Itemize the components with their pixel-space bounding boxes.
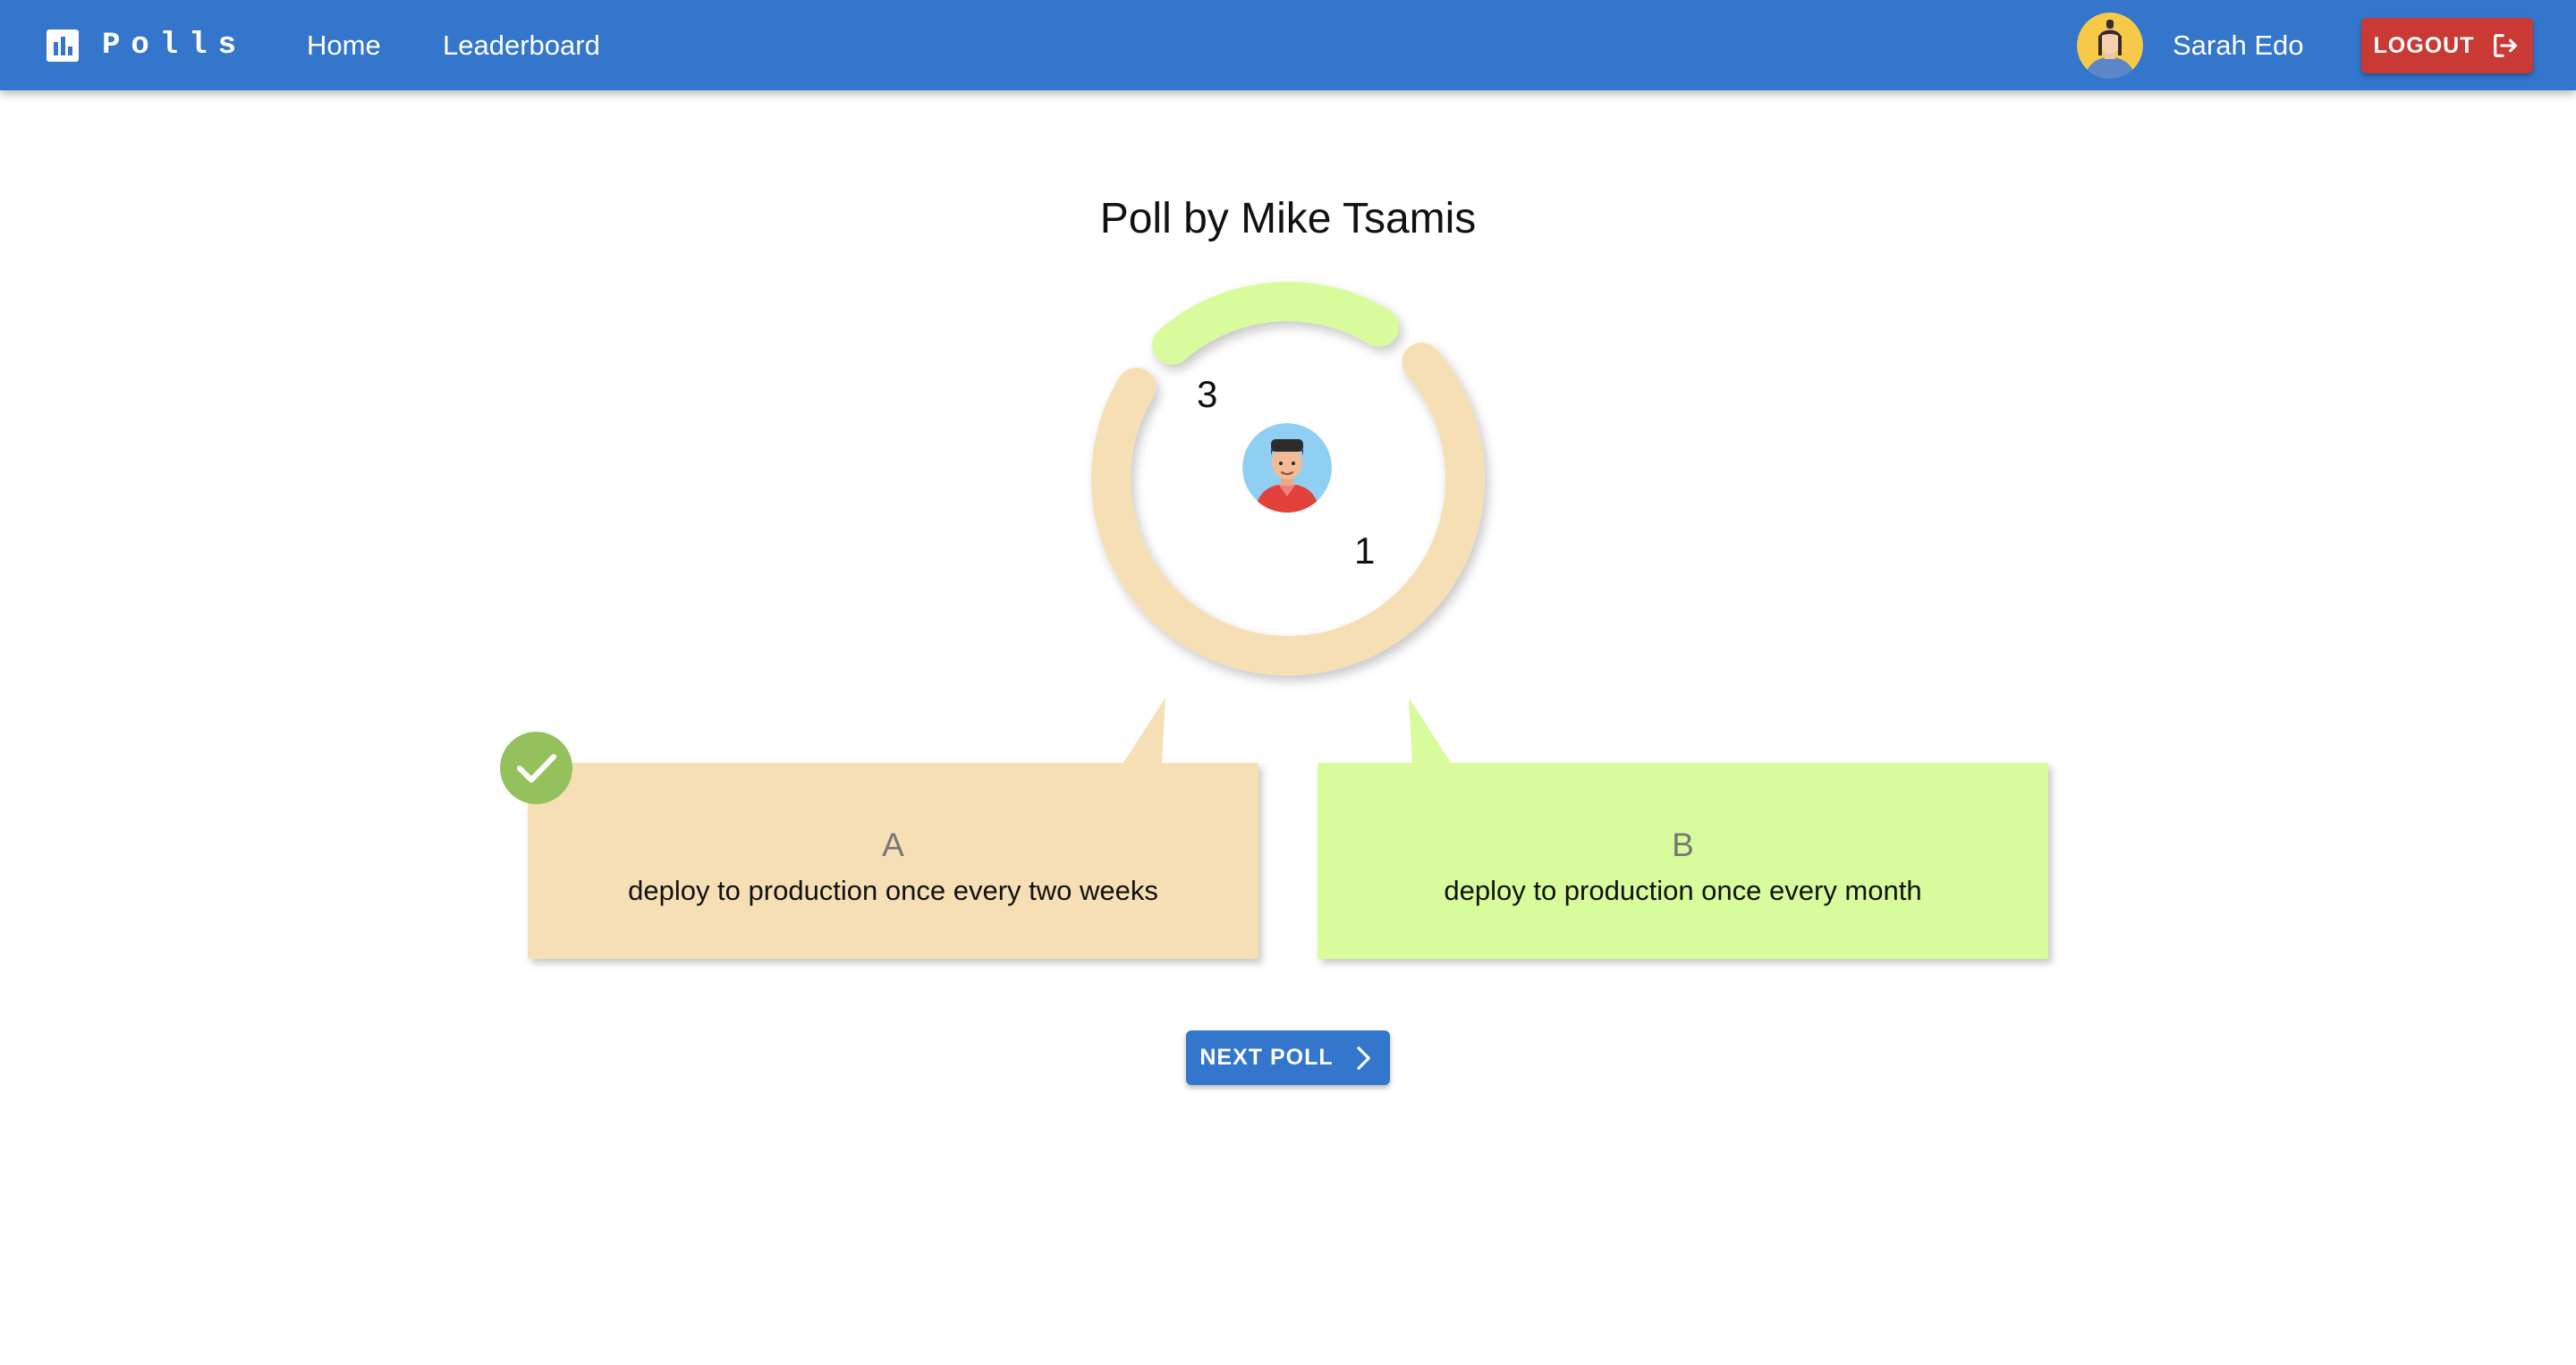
poll-author-avatar [1242,423,1332,513]
option-a-text: deploy to production once every two week… [628,875,1158,906]
option-b-arc [1152,282,1399,365]
brand[interactable]: Polls [47,27,247,64]
logout-icon [2494,34,2518,57]
option-b-text: deploy to production once every month [1444,875,1922,906]
option-a-letter: A [882,827,904,863]
nav-home-link[interactable]: Home [307,27,381,64]
option-a-card[interactable]: A deploy to production once every two we… [528,698,1258,959]
option-a-vote-count: 3 [1197,373,1218,415]
next-poll-label: NEXT POLL [1199,1045,1334,1070]
user-avatar-image [2077,13,2143,79]
poll-author-avatar-image [1242,423,1332,513]
app-name: Polls [102,29,248,63]
user-name: Sarah Edo [2173,30,2304,61]
selected-answer-badge [500,732,572,804]
option-b-vote-count: 1 [1354,530,1376,572]
option-b-card[interactable]: B deploy to production once every month [1318,698,2048,959]
chevron-right-icon [1357,1046,1370,1070]
option-a-bubble-tail [1123,698,1165,764]
user-avatar[interactable] [2077,13,2143,79]
logout-button[interactable]: LOGOUT [2361,18,2533,73]
checkmark-icon [517,754,556,783]
nav-leaderboard-link[interactable]: Leaderboard [443,27,600,64]
option-b-letter: B [1672,827,1694,863]
next-poll-button[interactable]: NEXT POLL [1186,1030,1390,1085]
logout-label: LOGOUT [2373,32,2475,58]
app-bar: Polls Home Leaderboard Sarah Edo LOGOUT [0,0,2576,90]
bar-chart-icon [47,30,79,62]
option-b-bubble-tail [1409,698,1452,764]
page-title: Poll by Mike Tsamis [1099,195,1477,242]
app-root: Polls Home Leaderboard Sarah Edo LOGOUT [0,0,2576,1365]
